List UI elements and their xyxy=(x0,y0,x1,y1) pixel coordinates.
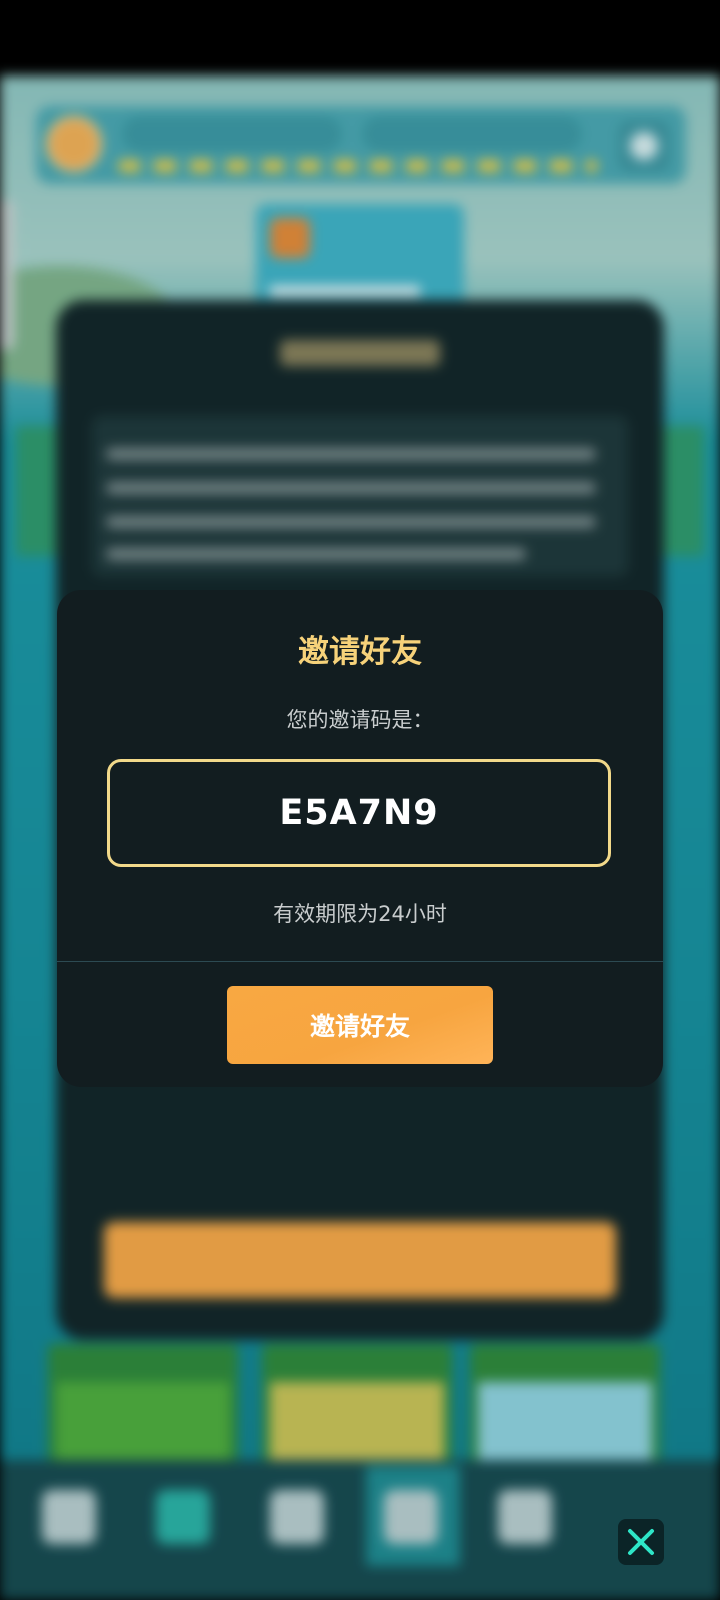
invite-code-label: 您的邀请码是： xyxy=(286,708,434,732)
invite-friend-button[interactable]: 邀请好友 xyxy=(227,986,493,1064)
status-bar xyxy=(0,0,720,76)
invite-friend-dialog: 邀请好友 您的邀请码是： E5A7N9 有效期限为24小时 邀请好友 xyxy=(57,590,663,1087)
divider xyxy=(57,961,663,962)
invite-code-value: E5A7N9 xyxy=(279,793,439,833)
close-icon xyxy=(628,1529,654,1555)
close-button[interactable] xyxy=(618,1519,664,1565)
dialog-title: 邀请好友 xyxy=(298,634,422,670)
validity-text: 有效期限为24小时 xyxy=(273,902,447,926)
invite-code-box[interactable]: E5A7N9 xyxy=(107,759,611,867)
